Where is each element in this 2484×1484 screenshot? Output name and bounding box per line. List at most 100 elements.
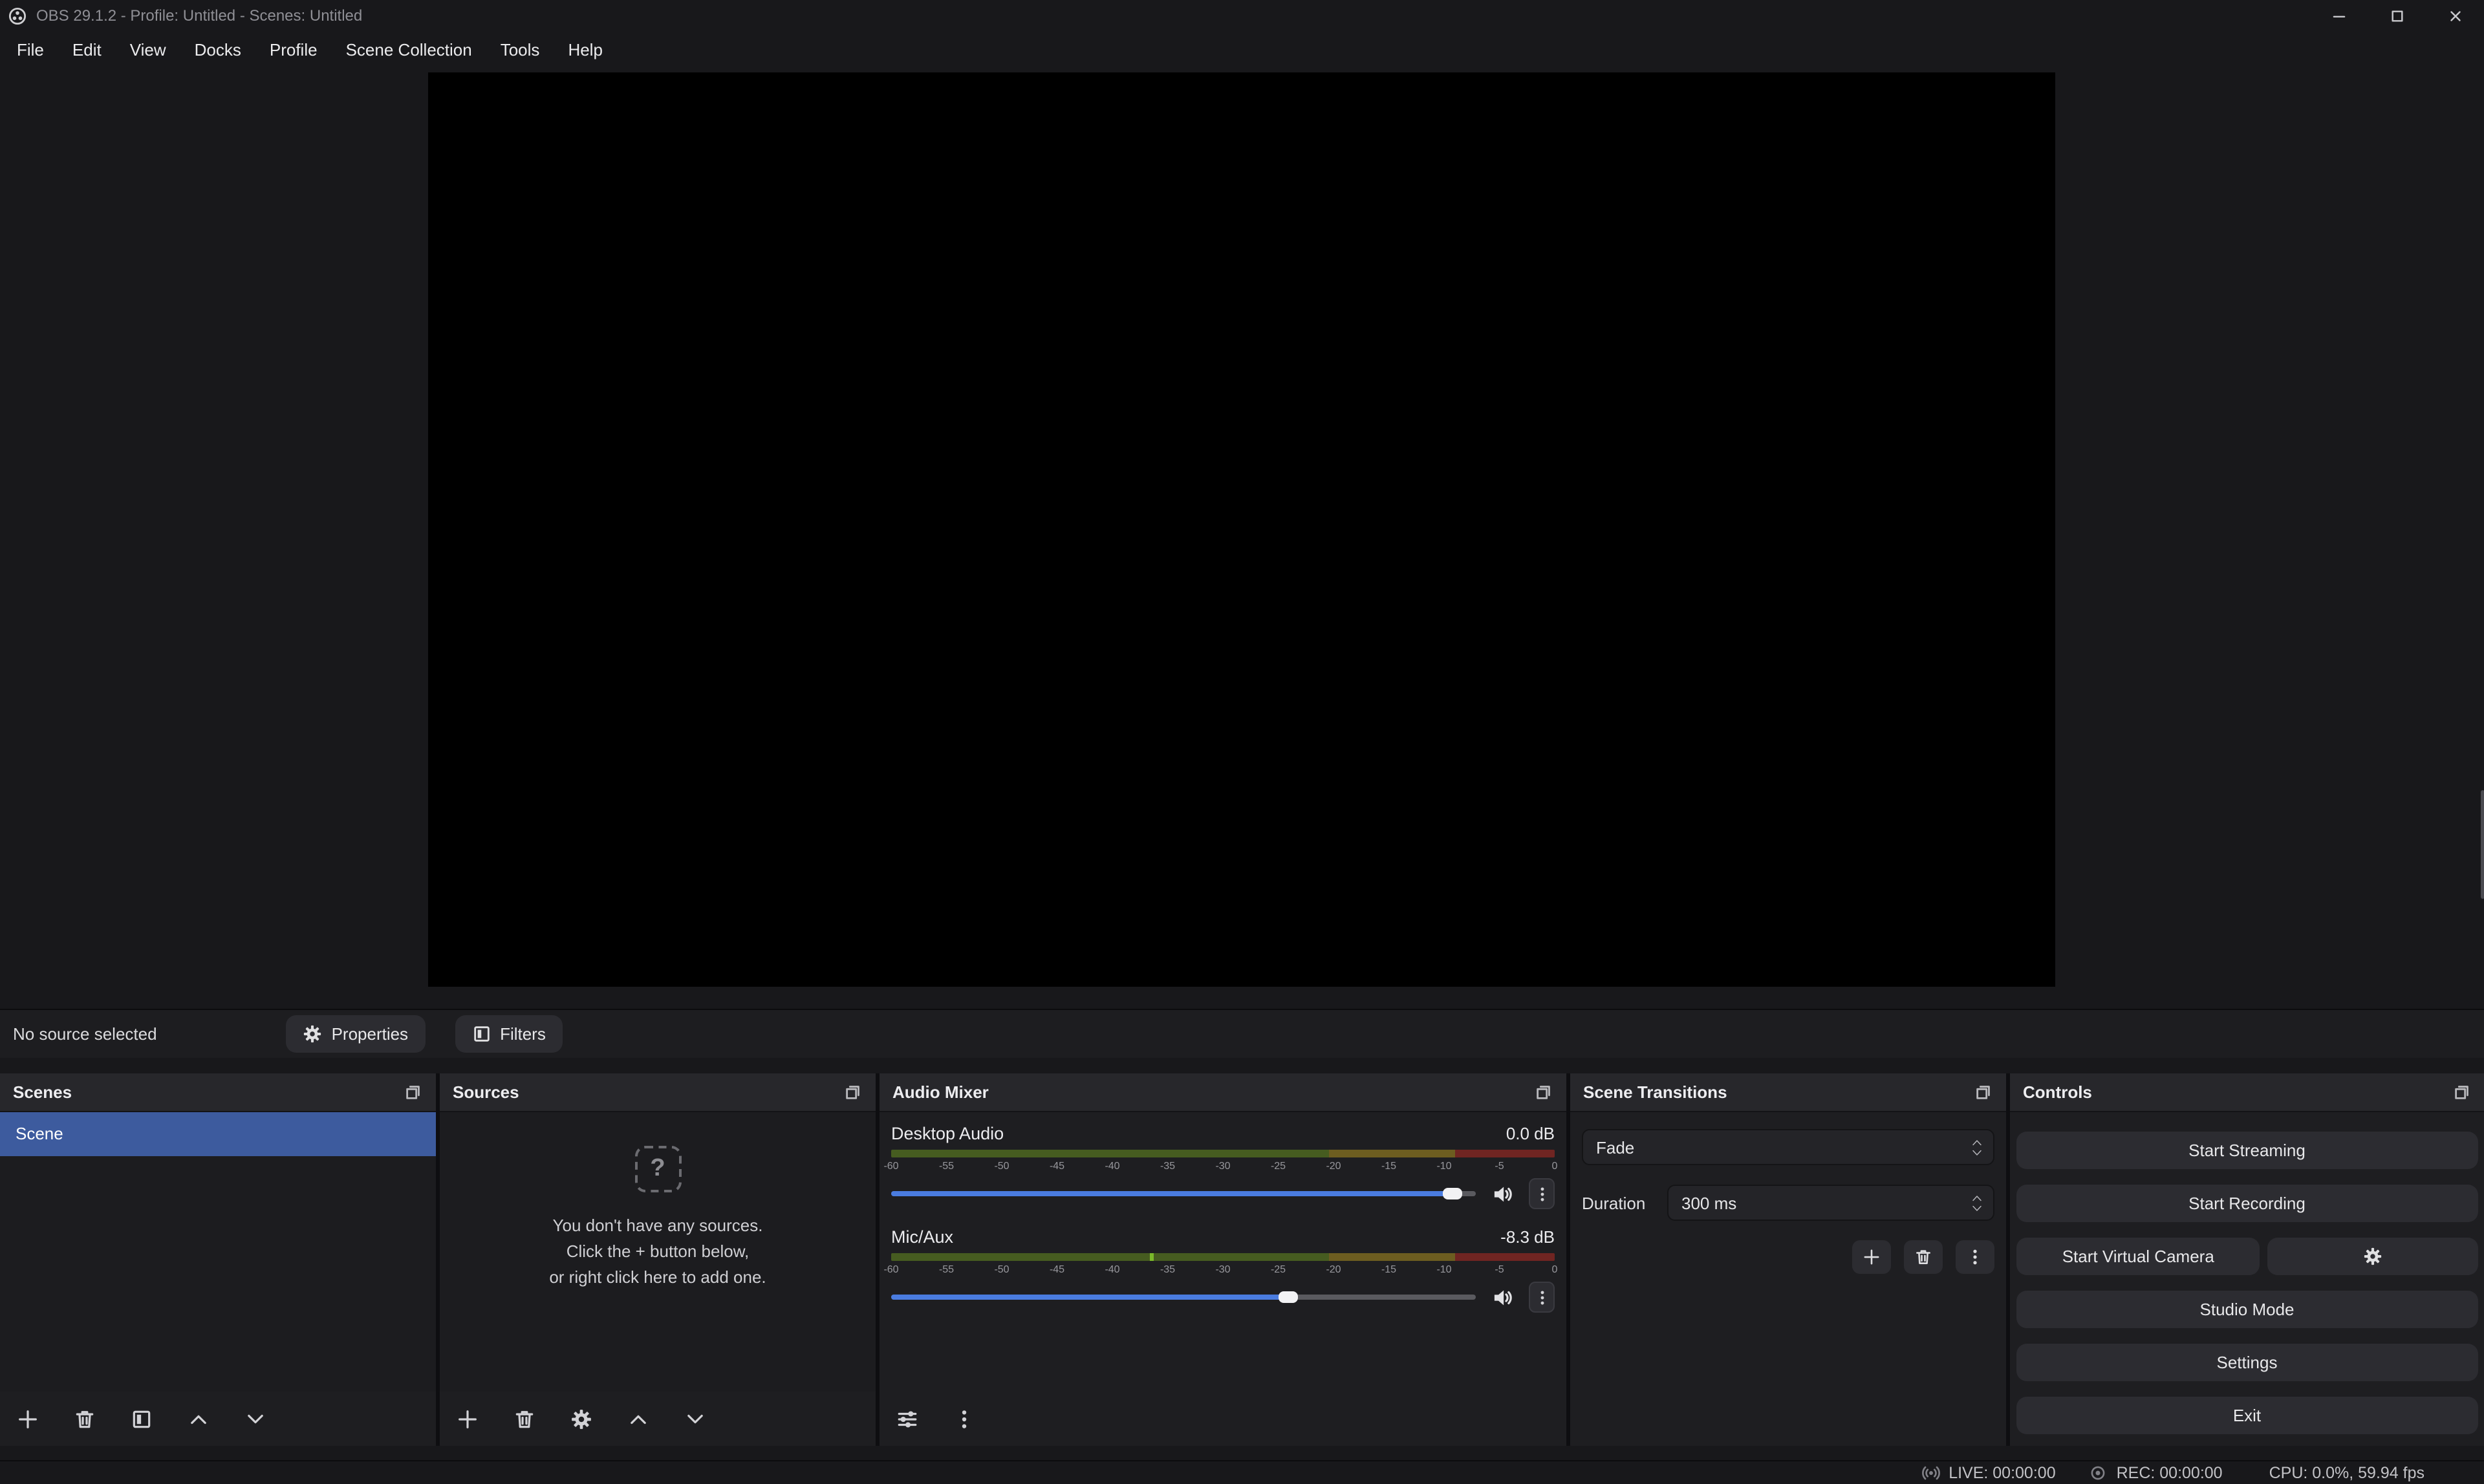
virtual-camera-settings-button[interactable] (2268, 1238, 2478, 1275)
add-source-icon[interactable] (457, 1408, 479, 1430)
move-source-down-icon[interactable] (684, 1408, 706, 1430)
move-scene-down-icon[interactable] (244, 1408, 266, 1430)
menu-scene-collection[interactable]: Scene Collection (332, 35, 486, 65)
menu-docks[interactable]: Docks (180, 35, 255, 65)
remove-scene-icon[interactable] (74, 1408, 96, 1430)
sources-empty-line: You don't have any sources. (549, 1213, 766, 1239)
scenes-dock-title: Scenes (13, 1082, 72, 1102)
add-transition-button[interactable] (1852, 1240, 1891, 1274)
close-icon (2446, 7, 2463, 24)
add-scene-icon[interactable] (17, 1408, 39, 1430)
kebab-icon (1533, 1289, 1550, 1306)
studio-mode-button[interactable]: Studio Mode (2016, 1291, 2478, 1328)
volume-slider[interactable] (891, 1191, 1476, 1196)
menu-profile[interactable]: Profile (255, 35, 332, 65)
meter-tick-label: -5 (1495, 1160, 1504, 1172)
channel-header: Desktop Audio 0.0 dB (891, 1120, 1555, 1146)
popout-icon[interactable] (404, 1082, 423, 1102)
duration-spinbox[interactable]: 300 ms (1667, 1185, 1994, 1221)
close-button[interactable] (2426, 0, 2484, 31)
spinner-down-icon[interactable] (1971, 1205, 1983, 1211)
slider-handle[interactable] (1443, 1188, 1462, 1199)
filters-button[interactable]: Filters (455, 1015, 563, 1053)
spinner-down-icon[interactable] (1971, 1149, 1983, 1156)
slider-handle[interactable] (1279, 1291, 1299, 1303)
menu-file[interactable]: File (3, 35, 58, 65)
popout-icon[interactable] (2452, 1082, 2471, 1102)
sources-list[interactable]: ? You don't have any sources. Click the … (440, 1112, 876, 1392)
speaker-icon[interactable] (1491, 1183, 1513, 1205)
rec-time: REC: 00:00:00 (2117, 1464, 2223, 1482)
meter-tick-label: -25 (1271, 1160, 1286, 1172)
source-properties-gear-icon[interactable] (570, 1408, 592, 1430)
spinner-up-icon[interactable] (1971, 1139, 1983, 1145)
window-controls (2309, 0, 2484, 31)
popout-icon[interactable] (843, 1082, 863, 1102)
source-status-label: No source selected (13, 1024, 157, 1044)
filter-icon (471, 1024, 491, 1044)
duration-label: Duration (1582, 1193, 1667, 1212)
start-recording-button[interactable]: Start Recording (2016, 1185, 2478, 1222)
broadcast-icon (1921, 1464, 1939, 1482)
mixer-options-kebab-icon[interactable] (953, 1408, 975, 1430)
audio-mixer-dock-header: Audio Mixer (880, 1073, 1566, 1112)
properties-button[interactable]: Properties (286, 1015, 426, 1053)
menu-tools[interactable]: Tools (486, 35, 554, 65)
move-source-up-icon[interactable] (627, 1408, 649, 1430)
meter-scale: -60-55-50-45-40-35-30-25-20-15-10-50 (891, 1159, 1555, 1173)
meter-tick-label: 0 (1552, 1160, 1558, 1172)
preview-canvas[interactable] (428, 72, 2055, 987)
scene-filters-icon[interactable] (131, 1408, 153, 1430)
meter-tick-label: -10 (1436, 1160, 1451, 1172)
menu-help[interactable]: Help (554, 35, 617, 65)
live-status: LIVE: 00:00:00 (1921, 1464, 2055, 1482)
speaker-icon[interactable] (1491, 1286, 1513, 1308)
transition-select[interactable]: Fade (1582, 1129, 1994, 1165)
dock-row: Scenes Scene Sources ? (0, 1073, 2484, 1446)
slider-fill (891, 1295, 1289, 1300)
sources-dock-title: Sources (453, 1082, 519, 1102)
preview-area (0, 69, 2484, 1009)
spinner-up-icon[interactable] (1971, 1194, 1983, 1201)
remove-source-icon[interactable] (513, 1408, 535, 1430)
meter-tick-label: -25 (1271, 1264, 1286, 1275)
minimize-button[interactable] (2309, 0, 2368, 31)
scenes-list[interactable]: Scene (0, 1112, 436, 1392)
window-edge-scrollbar[interactable] (2480, 790, 2484, 899)
meter-tick-label: -55 (939, 1160, 954, 1172)
channel-options-button[interactable] (1529, 1178, 1555, 1209)
channel-name: Mic/Aux (891, 1227, 953, 1246)
channel-options-button[interactable] (1529, 1282, 1555, 1313)
menu-edit[interactable]: Edit (58, 35, 116, 65)
scene-list-item[interactable]: Scene (0, 1112, 436, 1156)
menu-view[interactable]: View (116, 35, 180, 65)
channel-header: Mic/Aux -8.3 dB (891, 1223, 1555, 1249)
audio-mixer-dock-title: Audio Mixer (892, 1082, 989, 1102)
live-time: LIVE: 00:00:00 (1949, 1464, 2055, 1482)
popout-icon[interactable] (1534, 1082, 1553, 1102)
remove-transition-button[interactable] (1904, 1240, 1943, 1274)
meter-tick-label: -45 (1050, 1160, 1064, 1172)
popout-icon[interactable] (1974, 1082, 1993, 1102)
move-scene-up-icon[interactable] (188, 1408, 210, 1430)
meter-tick-label: -55 (939, 1264, 954, 1275)
meter-peak-marker (1150, 1253, 1154, 1261)
settings-button[interactable]: Settings (2016, 1344, 2478, 1381)
meter-tick-label: -60 (883, 1264, 898, 1275)
start-streaming-button[interactable]: Start Streaming (2016, 1132, 2478, 1169)
meter-tick-label: -45 (1050, 1264, 1064, 1275)
meter-tick-label: -30 (1215, 1264, 1230, 1275)
sources-empty-line: or right click here to add one. (549, 1265, 766, 1291)
volume-slider[interactable] (891, 1295, 1476, 1300)
scenes-toolbar (0, 1392, 436, 1446)
start-virtual-camera-button[interactable]: Start Virtual Camera (2016, 1238, 2260, 1275)
audio-mixer-dock: Audio Mixer Desktop Audio 0.0 dB -60 -55 -… (880, 1073, 1566, 1446)
advanced-audio-properties-icon[interactable] (896, 1408, 918, 1430)
question-icon: ? (634, 1146, 681, 1192)
maximize-button[interactable] (2368, 0, 2426, 31)
scenes-dock-header: Scenes (0, 1073, 436, 1112)
sources-dock-header: Sources (440, 1073, 876, 1112)
transition-properties-button[interactable] (1956, 1240, 1994, 1274)
exit-button[interactable]: Exit (2016, 1397, 2478, 1434)
sources-empty-message: You don't have any sources. Click the + … (549, 1213, 766, 1291)
